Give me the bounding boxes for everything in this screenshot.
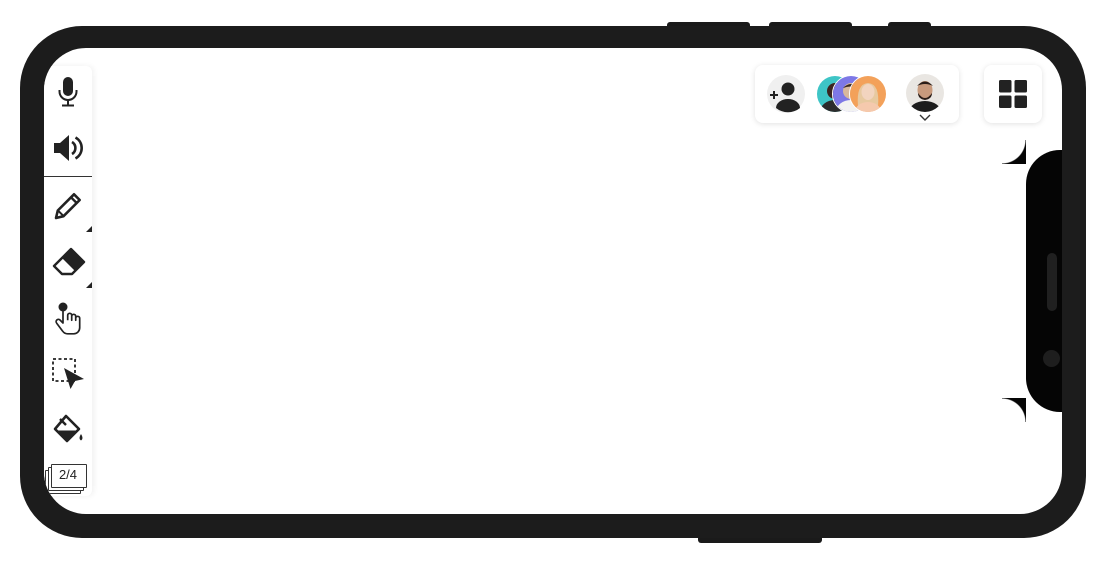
speaker-button[interactable] [44, 126, 92, 170]
phone-frame: 2/4 [20, 26, 1086, 538]
participants-panel [755, 65, 959, 123]
select-button[interactable] [44, 352, 92, 396]
eraser-submenu-indicator [86, 282, 92, 288]
avatar-icon [906, 74, 944, 112]
add-user-button[interactable] [767, 75, 805, 113]
page-count: 2/4 [58, 467, 78, 482]
eraser-button[interactable] [44, 240, 92, 288]
selection-arrow-icon [52, 358, 84, 389]
pencil-icon [54, 193, 81, 220]
add-user-icon [767, 75, 805, 113]
paint-bucket-icon [53, 414, 83, 443]
toolbar-divider [44, 176, 92, 177]
phone-bezel: 2/4 [44, 48, 1062, 514]
front-camera [1043, 350, 1060, 367]
current-user-avatar[interactable] [905, 73, 945, 113]
pencil-submenu-indicator [86, 226, 92, 232]
grid-icon [999, 80, 1027, 108]
hand-button[interactable] [44, 296, 92, 340]
microphone-icon [58, 77, 78, 107]
earpiece-speaker [1047, 253, 1057, 311]
chevron-down-icon[interactable] [919, 114, 931, 121]
eraser-icon [52, 247, 86, 276]
hand-pointer-icon [55, 302, 81, 335]
pencil-button[interactable] [44, 184, 92, 232]
grid-view-button[interactable] [984, 65, 1042, 123]
whiteboard-canvas[interactable]: 2/4 [44, 48, 1062, 514]
page-indicator[interactable]: 2/4 [44, 462, 92, 496]
participant-avatar-3[interactable] [849, 75, 887, 113]
microphone-button[interactable] [44, 70, 92, 114]
left-toolbar: 2/4 [44, 66, 92, 496]
avatar-icon [850, 76, 886, 112]
speaker-icon [54, 135, 83, 161]
fill-button[interactable] [44, 408, 92, 452]
